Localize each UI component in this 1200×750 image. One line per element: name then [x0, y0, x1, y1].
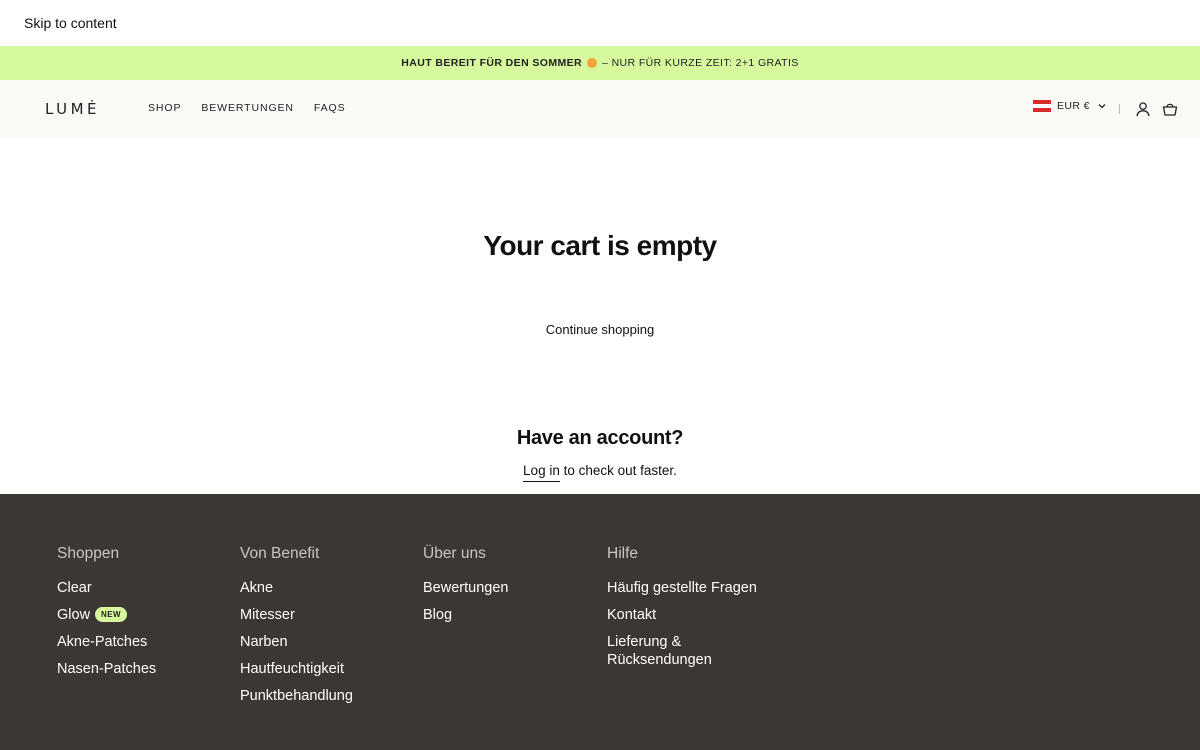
continue-shopping-link[interactable]: Continue shopping [546, 322, 654, 337]
footer-link-item: Clear [57, 579, 227, 597]
footer-link-item: Mitesser [240, 606, 410, 624]
footer-link-item: Blog [423, 606, 593, 624]
skip-to-content-link[interactable]: Skip to content [24, 15, 117, 31]
footer-link-akne-patches[interactable]: Akne-Patches [57, 634, 147, 650]
nav-faqs[interactable]: FAQS [314, 102, 346, 114]
account-icon[interactable] [1134, 100, 1152, 118]
header-divider [1119, 104, 1120, 114]
login-suffix: to check out faster. [563, 463, 677, 478]
cart-icon[interactable] [1161, 100, 1179, 118]
announcement-offer: – NUR FÜR KURZE ZEIT: 2+1 GRATIS [602, 57, 799, 69]
site-footer: Shoppen Clear Glow NEW Akne-Patches Nasen… [0, 494, 1200, 750]
footer-link-clear[interactable]: Clear [57, 580, 92, 596]
footer-link-item: Akne-Patches [57, 633, 227, 651]
orange-circle-icon [587, 58, 598, 68]
footer-link-item: Punktbehandlung [240, 687, 410, 705]
footer-link-lieferung[interactable]: Lieferung & Rücksendungen [607, 634, 712, 668]
footer-link-item: Akne [240, 579, 410, 597]
footer-link-item: Narben [240, 633, 410, 651]
footer-link-blog[interactable]: Blog [423, 607, 452, 623]
footer-heading: Shoppen [57, 545, 120, 562]
footer-col-von-benefit: Von Benefit Akne Mitesser Narben Hautfeu… [240, 545, 410, 714]
footer-heading: Über uns [423, 545, 486, 562]
announcement-bar: HAUT BEREIT FÜR DEN SOMMER – NUR FÜR KUR… [0, 46, 1200, 80]
account-heading: Have an account? [516, 427, 684, 449]
footer-link-mitesser[interactable]: Mitesser [240, 607, 295, 623]
nav-shop[interactable]: SHOP [148, 102, 181, 114]
footer-link-nasen-patches[interactable]: Nasen-Patches [57, 661, 156, 677]
footer-col-ueber-uns: Über uns Bewertungen Blog [423, 545, 593, 633]
footer-link-bewertungen[interactable]: Bewertungen [423, 580, 508, 596]
footer-heading: Von Benefit [240, 545, 320, 562]
chevron-down-icon [1098, 104, 1106, 109]
currency-label: EUR € [1057, 100, 1090, 112]
footer-link-hautfeuchtigkeit[interactable]: Hautfeuchtigkeit [240, 661, 344, 677]
footer-heading: Hilfe [607, 545, 639, 562]
footer-col-hilfe: Hilfe Häufig gestellte Fragen Kontakt Li… [607, 545, 777, 678]
footer-link-item: Bewertungen [423, 579, 593, 597]
login-link[interactable]: Log in [523, 463, 560, 482]
announcement-headline: HAUT BEREIT FÜR DEN SOMMER [401, 57, 583, 69]
austria-flag-icon [1033, 100, 1051, 112]
main-nav: SHOP BEWERTUNGEN FAQS [148, 102, 346, 114]
footer-link-item: Nasen-Patches [57, 660, 227, 678]
footer-link-akne[interactable]: Akne [240, 580, 273, 596]
login-prompt: Log in to check out faster. [0, 463, 1200, 482]
footer-col-shoppen: Shoppen Clear Glow NEW Akne-Patches Nasen… [57, 545, 227, 687]
footer-link-item: Häufig gestellte Fragen [607, 579, 777, 597]
cart-empty-title: Your cart is empty [483, 230, 717, 261]
skip-bar: Skip to content [0, 0, 1200, 46]
nav-bewertungen[interactable]: BEWERTUNGEN [201, 102, 294, 114]
footer-link-kontakt[interactable]: Kontakt [607, 607, 656, 623]
logo[interactable]: LUMĖ [45, 100, 100, 118]
continue-shopping-wrapper: Continue shopping [0, 322, 1200, 337]
footer-link-item: Glow NEW [57, 606, 227, 624]
footer-link-item: Kontakt [607, 606, 777, 624]
footer-link-glow[interactable]: Glow [57, 607, 90, 623]
currency-selector[interactable]: EUR € [1033, 100, 1108, 112]
site-header: LUMĖ SHOP BEWERTUNGEN FAQS EUR € [0, 80, 1200, 138]
footer-link-narben[interactable]: Narben [240, 634, 288, 650]
footer-link-punktbehandlung[interactable]: Punktbehandlung [240, 688, 353, 704]
footer-link-item: Hautfeuchtigkeit [240, 660, 410, 678]
new-badge: NEW [95, 607, 127, 622]
footer-link-item: Lieferung & Rücksendungen [607, 633, 737, 669]
footer-link-faq[interactable]: Häufig gestellte Fragen [607, 580, 757, 596]
